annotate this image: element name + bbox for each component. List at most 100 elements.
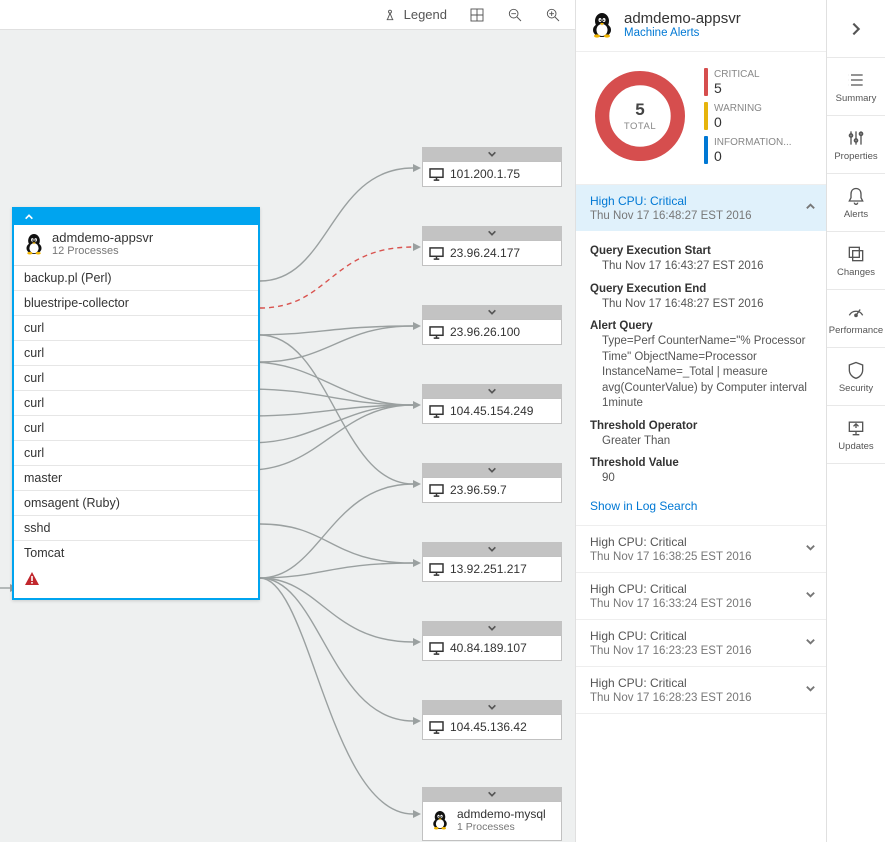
zoom-in-button[interactable]	[545, 7, 561, 23]
process-item[interactable]: omsagent (Ruby)	[14, 491, 258, 516]
monitor-icon	[429, 247, 444, 260]
target-expand-toggle[interactable]	[422, 463, 562, 477]
chevron-down-icon	[487, 228, 497, 238]
process-item[interactable]: curl	[14, 316, 258, 341]
donut-total-value: 5	[635, 100, 644, 120]
server-card-header[interactable]: admdemo-appsvr 12 Processes	[14, 225, 258, 265]
alert-title: High CPU: Critical	[590, 582, 798, 596]
alert-field-label: Query Execution Start	[590, 245, 812, 257]
panel-subtitle: Machine Alerts	[624, 27, 741, 39]
legend-bar-info	[704, 136, 708, 164]
card-collapse-toggle[interactable]	[14, 209, 258, 225]
target-expand-toggle[interactable]	[422, 226, 562, 240]
target-node[interactable]: 23.96.26.100	[422, 305, 562, 345]
rail-tab-label: Updates	[838, 441, 873, 452]
legend-label: Legend	[404, 7, 447, 22]
target-expand-toggle[interactable]	[422, 700, 562, 714]
process-item[interactable]: master	[14, 466, 258, 491]
target-node[interactable]: 23.96.59.7	[422, 463, 562, 503]
rail-tab-properties[interactable]: Properties	[827, 116, 885, 174]
alert-summary-block: 5 TOTAL CRITICAL5 WARNING0 INFORMATION..…	[576, 52, 826, 185]
rail-tab-security[interactable]: Security	[827, 348, 885, 406]
dependency-map-canvas[interactable]: Legend	[0, 0, 575, 842]
monitor-icon	[429, 168, 444, 181]
alert-triangle-icon	[24, 571, 40, 587]
zoom-out-button[interactable]	[507, 7, 523, 23]
target-node-mysql[interactable]: admdemo-mysql 1 Processes	[422, 787, 562, 841]
legend-button[interactable]: Legend	[382, 7, 447, 23]
process-item[interactable]: curl	[14, 391, 258, 416]
target-expand-toggle[interactable]	[422, 305, 562, 319]
rail-tab-summary[interactable]: Summary	[827, 58, 885, 116]
target-ip: 104.45.154.249	[450, 404, 533, 418]
rail-tab-alerts[interactable]: Alerts	[827, 174, 885, 232]
alert-field-value: Type=Perf CounterName="% Processor Time"…	[602, 334, 812, 412]
target-node[interactable]: 104.45.136.42	[422, 700, 562, 740]
legend-critical-label: CRITICAL	[714, 69, 760, 80]
rail-tab-changes[interactable]: Changes	[827, 232, 885, 290]
alert-title: High CPU: Critical	[590, 676, 798, 690]
process-item[interactable]: curl	[14, 441, 258, 466]
alert-header[interactable]: High CPU: Critical Thu Nov 17 16:33:24 E…	[576, 573, 826, 619]
alert-field-label: Query Execution End	[590, 283, 812, 295]
process-item[interactable]: curl	[14, 366, 258, 391]
chevron-down-icon	[805, 636, 816, 647]
target-ip: 23.96.59.7	[450, 483, 507, 497]
alert-header[interactable]: High CPU: Critical Thu Nov 17 16:38:25 E…	[576, 526, 826, 572]
alert-header[interactable]: High CPU: Critical Thu Nov 17 16:48:27 E…	[576, 185, 826, 231]
list-icon	[846, 70, 866, 90]
gauge-icon	[846, 302, 866, 322]
chevron-down-icon	[487, 149, 497, 159]
target-node[interactable]: 23.96.24.177	[422, 226, 562, 266]
rail-tab-label: Security	[839, 383, 873, 394]
alert-field-value: Thu Nov 17 16:43:27 EST 2016	[602, 259, 812, 275]
target-expand-toggle[interactable]	[422, 384, 562, 398]
target-expand-toggle[interactable]	[422, 542, 562, 556]
alert-field-label: Alert Query	[590, 320, 812, 332]
rail-tab-updates[interactable]: Updates	[827, 406, 885, 464]
alert-field-value: 90	[602, 471, 812, 487]
legend-info-label: INFORMATION...	[714, 137, 792, 148]
fit-to-screen-button[interactable]	[469, 7, 485, 23]
monitor-icon	[429, 721, 444, 734]
alert-time: Thu Nov 17 16:38:25 EST 2016	[590, 551, 798, 563]
target-expand-toggle[interactable]	[422, 147, 562, 161]
process-item[interactable]: backup.pl (Perl)	[14, 266, 258, 291]
alert-header[interactable]: High CPU: Critical Thu Nov 17 16:28:23 E…	[576, 667, 826, 713]
target-ip: 40.84.189.107	[450, 641, 527, 655]
legend-info-value: 0	[714, 148, 792, 164]
legend-critical-value: 5	[714, 80, 760, 96]
alert-item-collapsed: High CPU: Critical Thu Nov 17 16:33:24 E…	[576, 573, 826, 620]
process-item[interactable]: sshd	[14, 516, 258, 541]
process-item[interactable]: curl	[14, 416, 258, 441]
alert-title: High CPU: Critical	[590, 629, 798, 643]
alert-item-expanded: High CPU: Critical Thu Nov 17 16:48:27 E…	[576, 185, 826, 526]
server-card-title: admdemo-appsvr	[52, 231, 153, 245]
alert-header[interactable]: High CPU: Critical Thu Nov 17 16:23:23 E…	[576, 620, 826, 666]
rail-expand-button[interactable]	[827, 0, 885, 58]
target-node[interactable]: 101.200.1.75	[422, 147, 562, 187]
monitor-icon	[429, 563, 444, 576]
target-expand-toggle[interactable]	[422, 621, 562, 635]
process-item[interactable]: Tomcat	[14, 541, 258, 565]
panel-header: admdemo-appsvr Machine Alerts	[576, 0, 826, 52]
alert-item-collapsed: High CPU: Critical Thu Nov 17 16:23:23 E…	[576, 620, 826, 667]
process-item[interactable]: curl	[14, 341, 258, 366]
target-ip: 23.96.24.177	[450, 246, 520, 260]
target-node[interactable]: 104.45.154.249	[422, 384, 562, 424]
rail-tab-performance[interactable]: Performance	[827, 290, 885, 348]
process-item[interactable]: bluestripe-collector	[14, 291, 258, 316]
target-node[interactable]: 13.92.251.217	[422, 542, 562, 582]
target-ip: 101.200.1.75	[450, 167, 520, 181]
chevron-down-icon	[487, 307, 497, 317]
target-expand-toggle[interactable]	[422, 787, 562, 801]
legend-icon	[382, 7, 398, 23]
zoom-out-icon	[507, 7, 523, 23]
alert-title: High CPU: Critical	[590, 535, 798, 549]
chevron-down-icon	[805, 542, 816, 553]
server-card-appsvr[interactable]: admdemo-appsvr 12 Processes backup.pl (P…	[12, 207, 260, 600]
target-node[interactable]: 40.84.189.107	[422, 621, 562, 661]
show-in-log-search-link[interactable]: Show in Log Search	[590, 499, 697, 513]
alert-field-value: Thu Nov 17 16:48:27 EST 2016	[602, 297, 812, 313]
linux-icon	[590, 12, 614, 38]
